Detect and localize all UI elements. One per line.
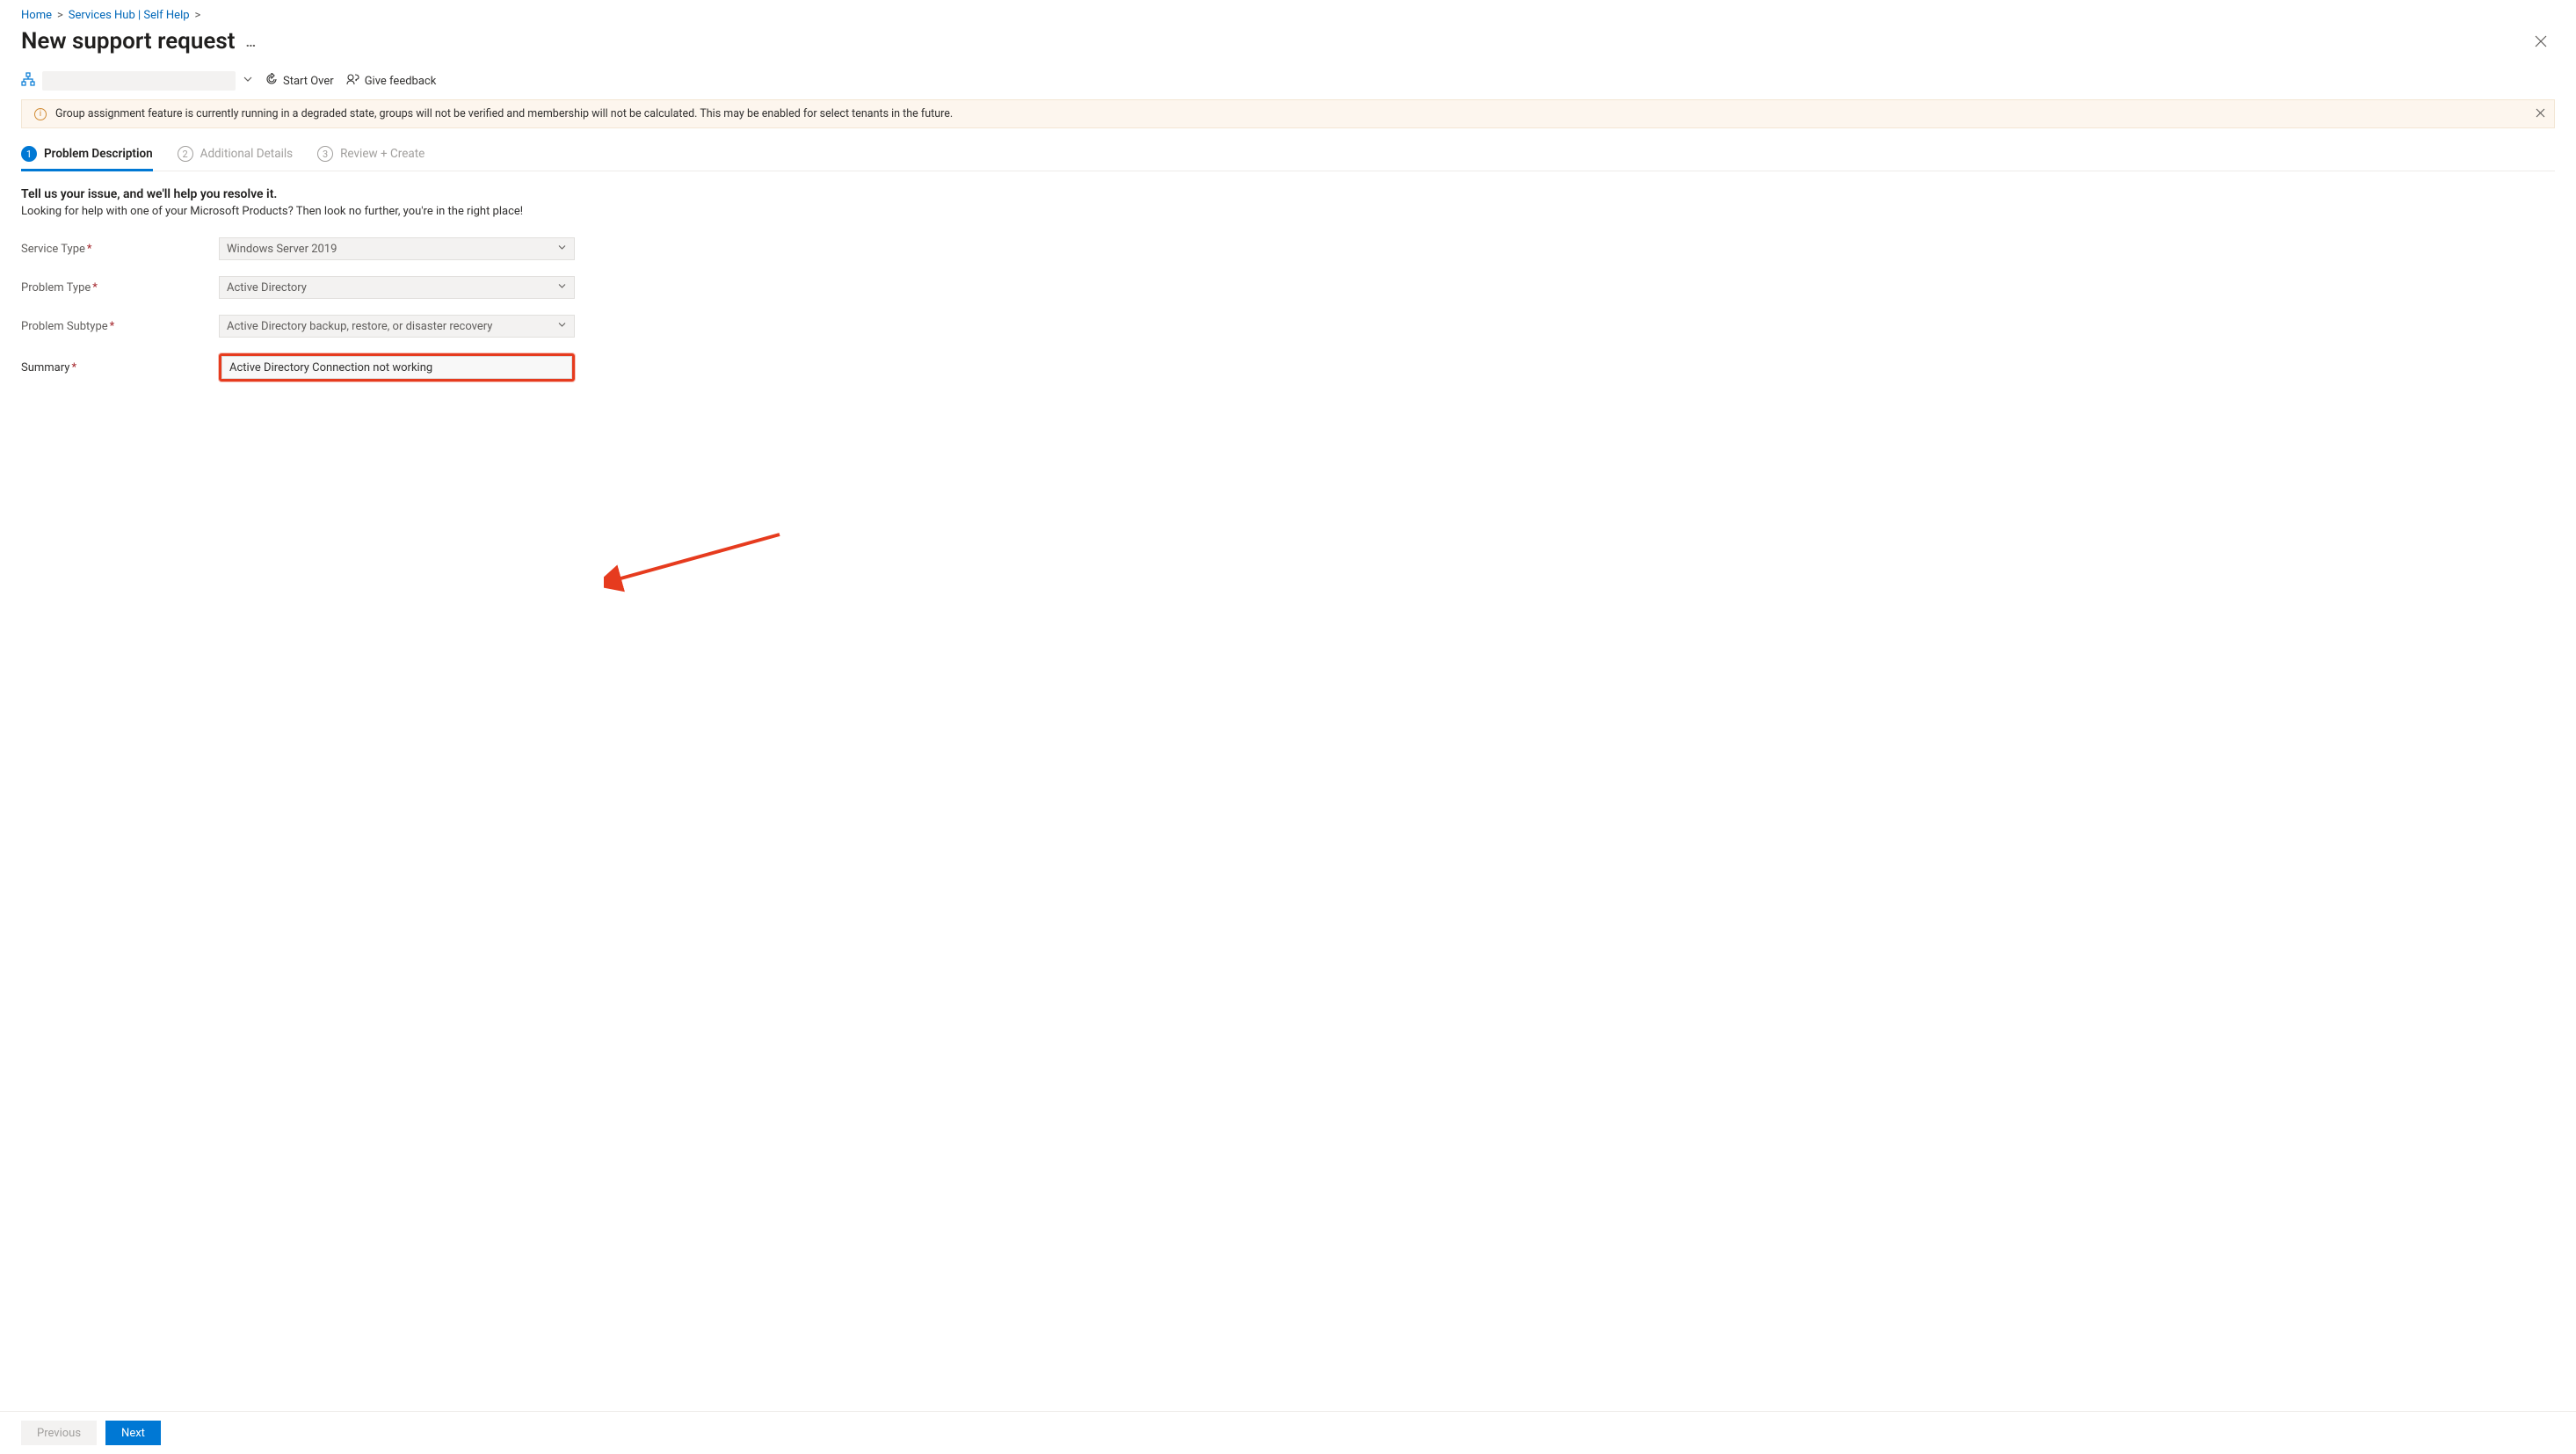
step-number-badge: 3: [317, 146, 333, 162]
step-additional-details[interactable]: 2 Additional Details: [178, 141, 293, 171]
refresh-icon: [265, 73, 278, 89]
step-tabs: 1 Problem Description 2 Additional Detai…: [21, 141, 2555, 171]
close-icon: [2536, 108, 2545, 118]
info-icon: i: [34, 108, 47, 120]
start-over-label: Start Over: [283, 75, 334, 88]
banner-text: Group assignment feature is currently ru…: [55, 107, 953, 120]
sitemap-icon: [21, 72, 35, 90]
intro-sub: Looking for help with one of your Micros…: [21, 205, 2555, 218]
step-label: Additional Details: [200, 147, 293, 161]
chevron-down-icon: [243, 74, 253, 88]
problem-type-label: Problem Type*: [21, 281, 219, 294]
chevron-down-icon: [557, 243, 567, 256]
toolbar: Start Over Give feedback: [21, 71, 2555, 91]
close-button[interactable]: [2527, 27, 2555, 55]
chevron-down-icon: [557, 281, 567, 294]
breadcrumb: Home > Services Hub | Self Help >: [21, 9, 2555, 22]
org-picker[interactable]: [21, 71, 253, 91]
annotation-arrow: [604, 527, 797, 598]
problem-type-select[interactable]: Active Directory: [219, 276, 575, 299]
step-review-create[interactable]: 3 Review + Create: [317, 141, 424, 171]
step-problem-description[interactable]: 1 Problem Description: [21, 141, 153, 171]
summary-label: Summary*: [21, 361, 219, 374]
step-label: Review + Create: [340, 147, 424, 161]
field-row-service-type: Service Type* Windows Server 2019: [21, 237, 2555, 260]
warning-banner: i Group assignment feature is currently …: [21, 99, 2555, 128]
problem-subtype-value: Active Directory backup, restore, or dis…: [227, 320, 492, 333]
summary-input[interactable]: [221, 356, 572, 379]
breadcrumb-sep: >: [195, 9, 201, 22]
title-row: New support request …: [21, 27, 2555, 55]
step-number-badge: 1: [21, 146, 37, 162]
more-icon[interactable]: …: [245, 33, 258, 50]
field-row-summary: Summary*: [21, 353, 2555, 382]
problem-subtype-select[interactable]: Active Directory backup, restore, or dis…: [219, 315, 575, 338]
page-title-text: New support request: [21, 28, 235, 55]
breadcrumb-home[interactable]: Home: [21, 9, 52, 22]
chevron-down-icon: [557, 320, 567, 333]
footer-bar: Previous Next: [0, 1411, 2576, 1454]
intro-heading: Tell us your issue, and we'll help you r…: [21, 187, 2555, 201]
summary-highlight-box: [219, 353, 575, 382]
step-label: Problem Description: [44, 147, 153, 161]
field-row-problem-type: Problem Type* Active Directory: [21, 276, 2555, 299]
previous-button[interactable]: Previous: [21, 1421, 97, 1445]
org-name-placeholder: [42, 71, 236, 91]
breadcrumb-sep: >: [57, 9, 63, 22]
next-button[interactable]: Next: [105, 1421, 161, 1445]
give-feedback-button[interactable]: Give feedback: [346, 73, 437, 89]
start-over-button[interactable]: Start Over: [265, 73, 334, 89]
close-icon: [2535, 35, 2547, 47]
banner-close-button[interactable]: [2536, 107, 2545, 121]
service-type-label: Service Type*: [21, 243, 219, 256]
step-number-badge: 2: [178, 146, 193, 162]
feedback-icon: [346, 73, 359, 89]
page-title: New support request …: [21, 28, 258, 55]
service-type-value: Windows Server 2019: [227, 243, 337, 256]
give-feedback-label: Give feedback: [365, 75, 437, 88]
problem-subtype-label: Problem Subtype*: [21, 320, 219, 333]
breadcrumb-services-hub[interactable]: Services Hub | Self Help: [69, 9, 190, 22]
service-type-select[interactable]: Windows Server 2019: [219, 237, 575, 260]
problem-type-value: Active Directory: [227, 281, 307, 294]
field-row-problem-subtype: Problem Subtype* Active Directory backup…: [21, 315, 2555, 338]
